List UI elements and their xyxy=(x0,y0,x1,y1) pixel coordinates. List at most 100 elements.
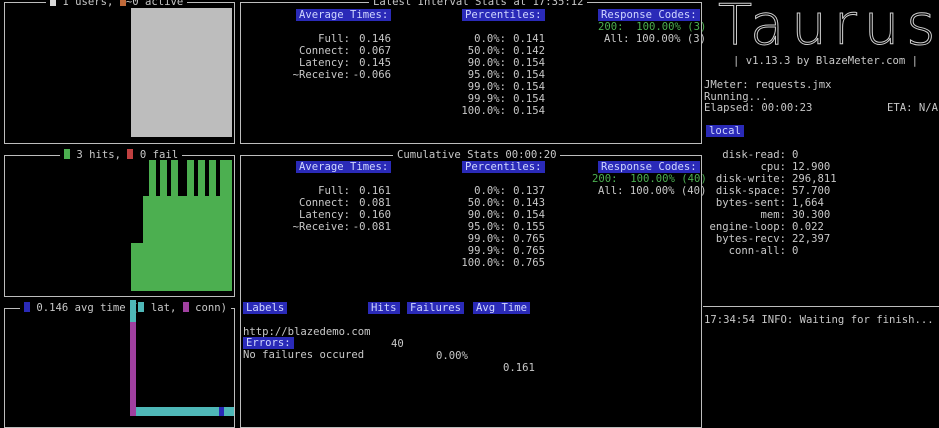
metric-value: 57.700 xyxy=(792,185,831,197)
cum-pct-value: 0.765 xyxy=(513,245,545,257)
log-text: 17:34:54 INFO: Waiting for finish... xyxy=(704,314,934,326)
cum-avg-value: 0.161 xyxy=(359,185,391,197)
local-header-label: local xyxy=(706,125,744,137)
interval-pct-value: 0.154 xyxy=(513,105,545,117)
cum-pct-label: 99.9%: xyxy=(467,245,506,257)
interval-avg-values: 0.146 0.067 0.145 -0.066 xyxy=(346,21,391,93)
interval-avg-header-label: Average Times: xyxy=(296,9,392,21)
taurus-logo: Taurus xyxy=(717,0,939,58)
eta-text: ETA: N/A xyxy=(887,102,939,114)
cum-pct-value: 0.137 xyxy=(513,185,545,197)
interval-pct-value: 0.154 xyxy=(513,81,545,93)
time-chart xyxy=(130,300,234,416)
cumulative-title: Cumulative Stats 00:00:20 xyxy=(393,149,561,161)
rc-value: 100.00% (40) xyxy=(630,173,707,185)
metric-label: disk-read: xyxy=(722,149,786,161)
metric-value: 1,664 xyxy=(792,197,824,209)
metric-value: 296,811 xyxy=(792,173,837,185)
jmeter-text: JMeter: requests.jmx xyxy=(704,79,832,91)
interval-pct-labels: 0.0%: 50.0%: 90.0%: 95.0%: 99.0%: 99.9%: 100.0… xyxy=(440,21,506,129)
col-failures-wrap: Failures xyxy=(407,302,465,314)
rc-value: 100.00% (3) xyxy=(635,33,707,45)
cum-avg-label: ~Receive: xyxy=(292,221,350,233)
interval-pct-values: 0.141 0.142 0.154 0.154 0.154 0.154 0.154 xyxy=(505,21,545,129)
hits-chart xyxy=(131,160,232,291)
row-hits: 40 xyxy=(391,338,404,350)
col-failures: Failures xyxy=(407,302,465,314)
rc-code: All: xyxy=(598,185,624,197)
cum-pct-label: 90.0%: xyxy=(467,209,506,221)
metric-label: engine-loop: xyxy=(709,221,786,233)
errors-text: No failures occured xyxy=(243,349,365,361)
cum-avg-value: 0.081 xyxy=(359,197,391,209)
rc-value: 100.00% (40) xyxy=(629,185,707,197)
interval-avg-value: 0.067 xyxy=(359,45,391,57)
errors-header: Errors: xyxy=(243,337,294,349)
interval-avg-label: Latency: xyxy=(298,57,350,69)
cum-avg-header: Average Times: xyxy=(296,161,392,173)
col-avg-wrap: Avg Time xyxy=(473,302,531,314)
cum-pct-value: 0.154 xyxy=(513,209,545,221)
cum-pct-header-label: Percentiles: xyxy=(462,161,545,173)
users-legend: 1 users, ~0 active xyxy=(46,0,188,8)
metric-label: cpu: xyxy=(760,161,786,173)
interval-pct-label: 95.0%: xyxy=(467,69,506,81)
cum-pct-label: 0.0%: xyxy=(474,185,506,197)
fail-swatch xyxy=(127,149,134,159)
local-header: local xyxy=(706,125,744,137)
metric-value: 0 xyxy=(792,245,799,257)
interval-avg-label: Connect: xyxy=(298,45,350,57)
row-failures: 0.00% xyxy=(436,350,468,362)
col-hits-wrap: Hits xyxy=(368,302,400,314)
cum-pct-value: 0.143 xyxy=(513,197,545,209)
rc-code: 200: xyxy=(592,173,618,185)
interval-pct-header: Percentiles: xyxy=(462,9,545,21)
cum-rc-all: All: 100.00% (40) xyxy=(598,185,706,197)
cum-avg-label: Latency: xyxy=(298,209,350,221)
interval-rc-200: 200: 100.00% (3) xyxy=(598,21,706,33)
interval-pct-value: 0.154 xyxy=(513,57,545,69)
cum-pct-values: 0.137 0.143 0.154 0.155 0.765 0.765 0.765 xyxy=(505,173,545,281)
users-swatch xyxy=(50,0,56,6)
errors-header-label: Errors: xyxy=(243,337,294,349)
metric-value: 22,397 xyxy=(792,233,831,245)
interval-pct-label: 50.0%: xyxy=(467,45,506,57)
rc-code: 200: xyxy=(598,21,624,33)
interval-pct-label: 100.0%: xyxy=(461,105,506,117)
cum-pct-label: 50.0%: xyxy=(467,197,506,209)
users-count: 1 users, xyxy=(62,0,114,8)
log-divider xyxy=(703,306,939,307)
interval-rc-all: All: 100.00% (3) xyxy=(604,33,706,45)
interval-avg-value: 0.145 xyxy=(359,57,391,69)
avg-swatch xyxy=(24,302,30,312)
cum-avg-label: Connect: xyxy=(298,197,350,209)
cum-avg-labels: Full: Connect: Latency: ~Receive: xyxy=(260,173,350,245)
cum-pct-value: 0.155 xyxy=(513,221,545,233)
interval-pct-value: 0.142 xyxy=(513,45,545,57)
metric-labels: disk-read: cpu: disk-write: disk-space: byte… xyxy=(700,137,786,269)
row-avg-time: 0.161 xyxy=(503,362,535,374)
version-text: | v1.13.3 by BlazeMeter.com | xyxy=(733,55,918,67)
cum-pct-label: 99.0%: xyxy=(467,233,506,245)
interval-avg-value: 0.146 xyxy=(359,33,391,45)
interval-avg-header: Average Times: xyxy=(296,9,392,21)
cum-pct-label: 100.0%: xyxy=(461,257,506,269)
cum-avg-header-label: Average Times: xyxy=(296,161,392,173)
cum-pct-header: Percentiles: xyxy=(462,161,545,173)
active-count: ~0 active xyxy=(125,0,184,8)
labels-table-header: Labels xyxy=(243,302,288,314)
interval-pct-value: 0.154 xyxy=(513,93,545,105)
interval-pct-label: 99.0%: xyxy=(467,81,506,93)
metric-value: 0 xyxy=(792,149,799,161)
cum-avg-value: -0.081 xyxy=(352,221,391,233)
interval-pct-label: 0.0%: xyxy=(474,33,506,45)
interval-pct-value: 0.141 xyxy=(513,33,545,45)
elapsed-text: Elapsed: 00:00:23 xyxy=(704,102,813,114)
interval-pct-label: 99.9%: xyxy=(467,93,506,105)
interval-rc-header: Response Codes: xyxy=(598,9,700,21)
metric-value: 30.300 xyxy=(792,209,831,221)
metric-label: mem: xyxy=(760,209,786,221)
interval-pct-value: 0.154 xyxy=(513,69,545,81)
interval-avg-label: ~Receive: xyxy=(292,69,350,81)
interval-rc-header-label: Response Codes: xyxy=(598,9,700,21)
